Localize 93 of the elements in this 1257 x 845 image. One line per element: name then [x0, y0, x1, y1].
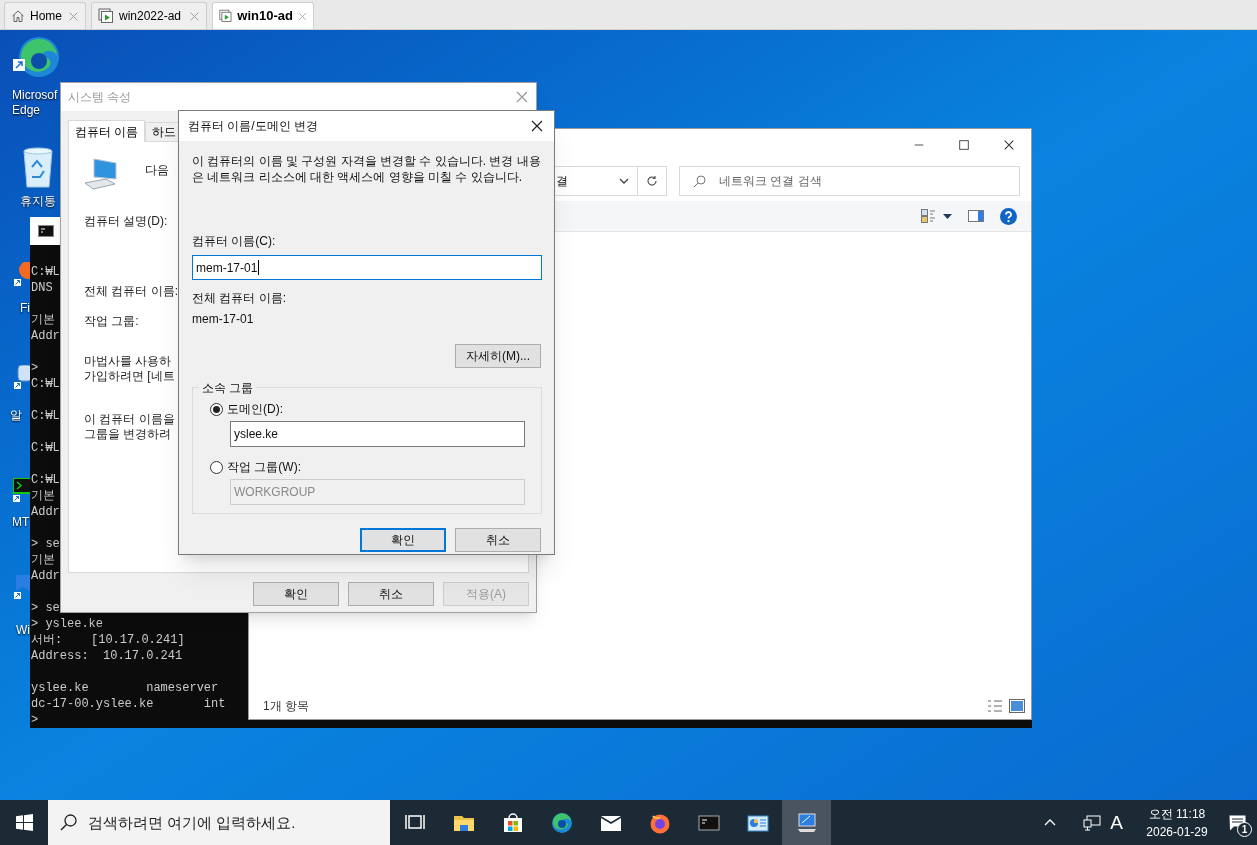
- intro-text: 다음: [145, 162, 169, 179]
- tab[interactable]: 컴퓨터 이름: [68, 120, 146, 142]
- console-line: C:₩L: [31, 264, 60, 280]
- vm-icon: [219, 8, 233, 24]
- notifications-button[interactable]: 1: [1217, 800, 1257, 845]
- console-line: DNS: [31, 280, 53, 296]
- full-name-value: mem-17-01: [192, 311, 255, 328]
- terminal-icon[interactable]: [13, 478, 30, 502]
- dialog-button[interactable]: 확인: [360, 528, 446, 552]
- console-line: yslee.ke nameserver: [31, 680, 219, 696]
- search-field[interactable]: 네트워크 연결 검색: [679, 166, 1020, 196]
- computer-name-field[interactable]: mem-17-01: [192, 255, 542, 280]
- console-line: 기본: [31, 488, 55, 504]
- computer-icon: [795, 811, 818, 834]
- vm-tab[interactable]: win10-ad: [212, 2, 314, 29]
- close-icon: [1002, 139, 1015, 151]
- more-button[interactable]: 자세히(M)...: [455, 344, 541, 368]
- instruction-text: 마법사를 사용하 가입하려면 [네트: [84, 354, 175, 384]
- field-label: 컴퓨터 이름(C):: [192, 233, 277, 250]
- domain-field[interactable]: yslee.ke: [230, 421, 525, 447]
- radio-option[interactable]: 작업 그룹(W):: [210, 459, 541, 475]
- maximize-icon: [957, 139, 970, 151]
- dialog-button[interactable]: 취소: [455, 528, 541, 552]
- console-line: 기본: [31, 312, 55, 328]
- console-line: > se: [31, 536, 60, 552]
- console-line: C:₩L: [31, 440, 60, 456]
- window-title: 시스템 속성: [68, 89, 132, 106]
- close-button[interactable]: [530, 119, 544, 133]
- network-icon[interactable]: [1083, 814, 1102, 831]
- console-line: >: [31, 360, 39, 376]
- console-line: Addr: [31, 568, 60, 584]
- icon-label: Fi: [20, 301, 30, 316]
- console-line: >: [31, 712, 39, 728]
- preview-pane-button[interactable]: [968, 210, 984, 222]
- radio-option[interactable]: 도메인(D):: [210, 401, 541, 417]
- console-line: 기본: [31, 552, 55, 568]
- window-title: 컴퓨터 이름/도메인 변경: [188, 118, 318, 135]
- item-count: 1개 항목: [263, 698, 309, 715]
- help-icon: [1000, 207, 1017, 225]
- text-cursor: [258, 260, 260, 275]
- icon-label: 휴지통: [20, 194, 56, 209]
- icon-label: Wi: [16, 623, 30, 638]
- computer-icon: [84, 157, 120, 191]
- console-line: > yslee.ke: [31, 616, 103, 632]
- console-line: Addr: [31, 504, 60, 520]
- chevron-down-icon: [619, 178, 629, 184]
- field-label: 전체 컴퓨터 이름:: [84, 283, 178, 300]
- refresh-icon: [646, 175, 658, 187]
- close-icon: [530, 119, 544, 133]
- field-label: 작업 그룹:: [84, 313, 139, 330]
- console-line: C:₩L: [31, 376, 60, 392]
- clock[interactable]: 오전 11:18 2026-01-29: [1137, 804, 1217, 841]
- field-label: 컴퓨터 설명(D):: [84, 213, 168, 230]
- notification-badge: 1: [1237, 822, 1252, 837]
- chevron-up-icon: [1044, 819, 1057, 826]
- console-icon: [38, 225, 54, 237]
- search-icon: [60, 814, 77, 831]
- firefox-icon[interactable]: [14, 262, 30, 286]
- large-icons-view-icon[interactable]: [1009, 699, 1025, 713]
- search-field[interactable]: 검색하려면 여기에 입력하세요.: [48, 800, 390, 845]
- console-line: C:₩L: [31, 472, 60, 488]
- console-line: Addr: [31, 328, 60, 344]
- console-line: 서버: [10.17.0.241]: [31, 632, 185, 648]
- home-icon: [11, 9, 25, 23]
- console-line: dc-17-00.yslee.ke int: [31, 696, 226, 712]
- console-line: > se: [31, 600, 60, 616]
- help-button[interactable]: [1000, 207, 1017, 225]
- icon-label: Microsof Edge: [12, 88, 58, 118]
- console-line: Address: 10.17.0.241: [31, 648, 183, 664]
- app-icon[interactable]: [14, 575, 30, 599]
- input-language[interactable]: A: [1110, 813, 1123, 832]
- refresh-button[interactable]: [637, 166, 667, 196]
- icon-label: 알: [10, 408, 22, 423]
- vm-tab[interactable]: Home: [4, 2, 86, 29]
- icon-label: MT: [12, 515, 30, 530]
- dialog-button[interactable]: 확인: [253, 582, 339, 606]
- view-icon: [921, 209, 935, 223]
- caret-icon: [943, 213, 952, 219]
- dialog-button[interactable]: 취소: [348, 582, 434, 606]
- vm-tab[interactable]: win2022-ad: [91, 2, 207, 29]
- instruction-text: 이 컴퓨터 이름을 그룹을 변경하려: [84, 412, 175, 442]
- close-icon: [515, 90, 529, 104]
- app-icon[interactable]: [14, 365, 30, 389]
- field-label: 전체 컴퓨터 이름:: [192, 290, 287, 307]
- shopping-bag-icon: [501, 811, 524, 834]
- windows-logo-icon: [15, 814, 33, 831]
- search-icon: [693, 175, 706, 188]
- pane-icon: [968, 210, 984, 222]
- info-text: 이 컴퓨터의 이름 및 구성원 자격을 변경할 수 있습니다. 변경 내용은 네트워크 리소스에 대한 액세스에 영향을 미칠 수 있습니다.: [192, 153, 542, 185]
- view-options-button[interactable]: [921, 209, 952, 223]
- vm-icon: [98, 8, 114, 24]
- edge-icon: [550, 811, 573, 834]
- console-line: C:₩L: [31, 408, 60, 424]
